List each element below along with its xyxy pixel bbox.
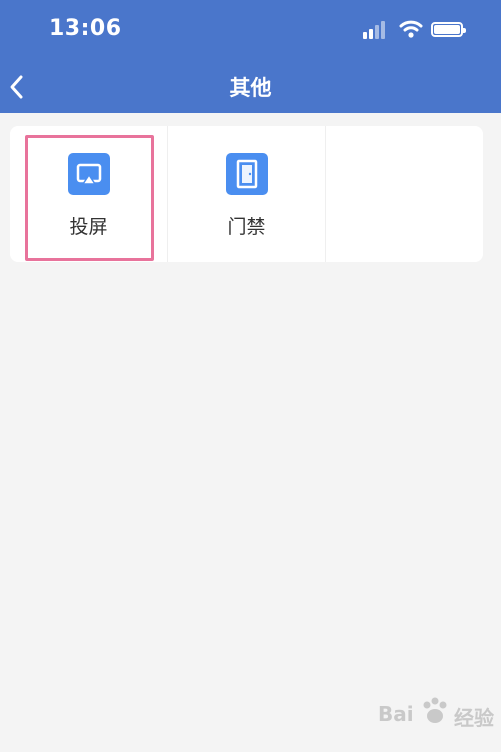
grid-item-empty [326,126,483,262]
paw-icon [423,697,447,723]
grid-item-access-control[interactable]: 门禁 [168,126,326,262]
grid-item-label: 投屏 [69,216,108,238]
signal-icon [363,20,389,40]
screen-mirror-icon [67,153,110,195]
feature-grid: 投屏 门禁 [10,126,483,262]
grid-item-screen-mirror[interactable]: 投屏 [10,126,168,262]
top-header: 13:06 其他 [0,0,501,113]
wifi-icon [399,20,423,38]
baidu-watermark: Bai 经验 [378,696,498,740]
status-time: 13:06 [49,16,122,41]
grid-item-label: 门禁 [227,216,266,238]
page-title: 其他 [229,76,272,100]
battery-icon [431,22,466,37]
door-icon [225,153,268,195]
